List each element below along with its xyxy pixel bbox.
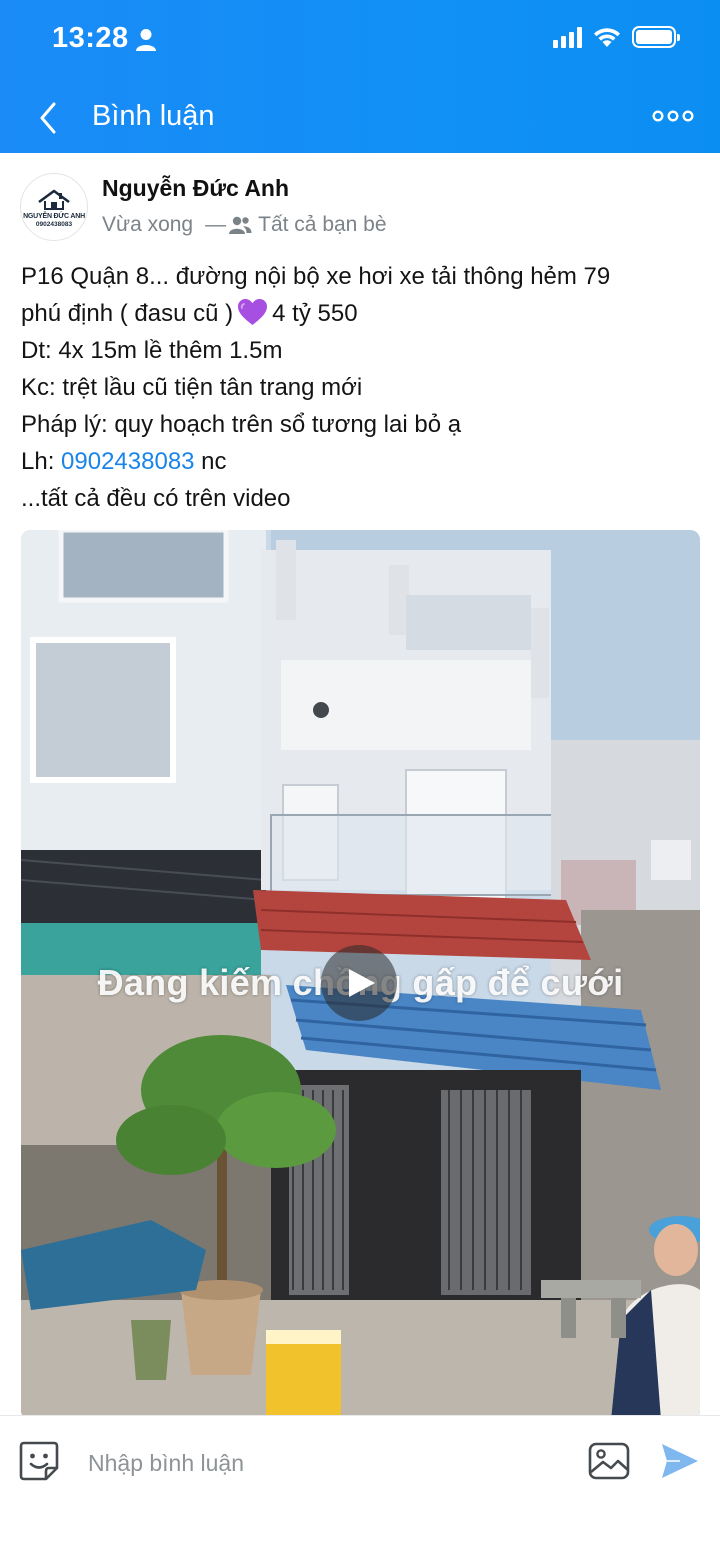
- play-button[interactable]: [321, 945, 397, 1021]
- person-icon: [136, 29, 156, 51]
- post-text-line: phú định ( đasu cũ ) 4 tỷ 550: [21, 295, 701, 332]
- post-text-segment: 4 tỷ 550: [272, 300, 358, 327]
- send-icon[interactable]: [660, 1442, 700, 1480]
- post-meta: Vừa xong — Tất cả bạn bè: [102, 213, 387, 237]
- meta-separator: —: [205, 213, 227, 236]
- post-text-segment: nc: [194, 448, 227, 475]
- author-name[interactable]: Nguyễn Đức Anh: [102, 175, 289, 202]
- post-text-segment: Lh:: [21, 448, 62, 475]
- post-text-line: P16 Quận 8... đường nội bộ xe hơi xe tải…: [21, 263, 611, 290]
- play-icon: [349, 969, 375, 997]
- status-bar: 13:28: [0, 0, 720, 82]
- heart-emoji: [238, 299, 268, 325]
- post-text-line: Lh: 0902438083 nc: [21, 443, 701, 480]
- sticker-icon[interactable]: [18, 1440, 60, 1482]
- post-text-line: Dt: 4x 15m lề thêm 1.5m: [21, 337, 283, 364]
- app-header: 13:28 Bình luận: [0, 0, 720, 153]
- post-text-line: Pháp lý: quy hoạch trên sổ tương lai bỏ …: [21, 411, 462, 438]
- phone-link[interactable]: 0902438083: [61, 448, 194, 475]
- page-title: Bình luận: [92, 100, 215, 132]
- friends-icon: [229, 216, 252, 234]
- signal-icon: [553, 26, 582, 48]
- avatar-brand-text: NGUYỄN ĐỨC ANH: [23, 213, 85, 220]
- post-text-line: ...tất cả đều có trên video: [21, 485, 291, 512]
- comment-input[interactable]: [88, 1444, 558, 1482]
- video-thumbnail[interactable]: Đang kiếm chồng gấp để cưới: [21, 530, 700, 1415]
- avatar[interactable]: NGUYỄN ĐỨC ANH 0902438083: [20, 173, 88, 241]
- back-button[interactable]: [30, 98, 66, 138]
- post-text-segment: phú định ( đasu cũ ): [21, 300, 234, 327]
- nav-bar: Bình luận: [0, 82, 720, 153]
- avatar-phone-text: 0902438083: [35, 221, 73, 228]
- post-text: P16 Quận 8... đường nội bộ xe hơi xe tải…: [21, 258, 701, 517]
- comment-bar: [0, 1415, 720, 1557]
- status-icons: [553, 26, 680, 48]
- more-dots-icon[interactable]: [652, 106, 694, 126]
- post: NGUYỄN ĐỨC ANH 0902438083 Nguyễn Đức Anh…: [0, 153, 720, 1415]
- battery-icon: [632, 26, 680, 48]
- wifi-icon: [594, 28, 620, 47]
- post-text-line: Kc: trệt lầu cũ tiện tân trang mới: [21, 374, 363, 401]
- post-timestamp: Vừa xong: [102, 213, 194, 236]
- post-audience[interactable]: Tất cả bạn bè: [258, 213, 386, 237]
- status-time: 13:28: [52, 22, 129, 54]
- image-icon[interactable]: [588, 1442, 630, 1480]
- house-logo-icon: [38, 189, 70, 210]
